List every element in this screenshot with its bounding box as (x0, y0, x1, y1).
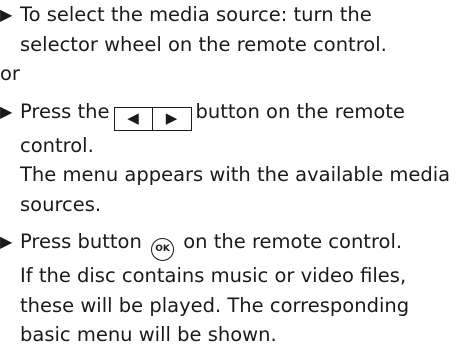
ok-button-icon: OK (151, 238, 175, 261)
text-line: sources. (20, 192, 102, 216)
text-line: To select the media source: turn the (20, 3, 372, 26)
text-line: basic menu will be shown. (20, 323, 277, 346)
text-line: control. (20, 133, 94, 157)
step-select-media-source: ▶ To select the media source: turn the s… (0, 0, 460, 59)
manual-text: ▶ To select the media source: turn the s… (0, 0, 460, 350)
text-fragment: Press the (20, 99, 110, 123)
step-press-ok: ▶ Press button OK on the remote control.… (0, 227, 460, 350)
text-line: Press the ◀ ▶ button on the remote (20, 97, 460, 131)
right-arrow-button-icon: ▶ (152, 106, 192, 131)
bullet-arrow-icon: ▶ (0, 5, 13, 24)
text-fragment: Press button (20, 230, 142, 253)
left-right-button-pair-icon: ◀ ▶ (113, 97, 192, 131)
or-separator: or (0, 62, 20, 85)
text-line: If the disc contains music or video file… (20, 264, 407, 287)
text-line: The menu appears with the available medi… (20, 163, 451, 186)
text-line: these will be played. The corresponding (20, 293, 410, 317)
text-line: Press button OK on the remote control. (20, 227, 460, 261)
bullet-arrow-icon: ▶ (0, 101, 13, 121)
text-line: selector wheel on the remote control. (20, 32, 387, 56)
text-fragment: button on the remote (195, 99, 405, 123)
step-press-arrow-buttons: ▶ Press the ◀ ▶ button on the remote contro… (0, 97, 460, 220)
bullet-arrow-icon: ▶ (0, 232, 13, 251)
left-arrow-button-icon: ◀ (113, 106, 153, 131)
text-fragment: on the remote control. (183, 230, 403, 253)
